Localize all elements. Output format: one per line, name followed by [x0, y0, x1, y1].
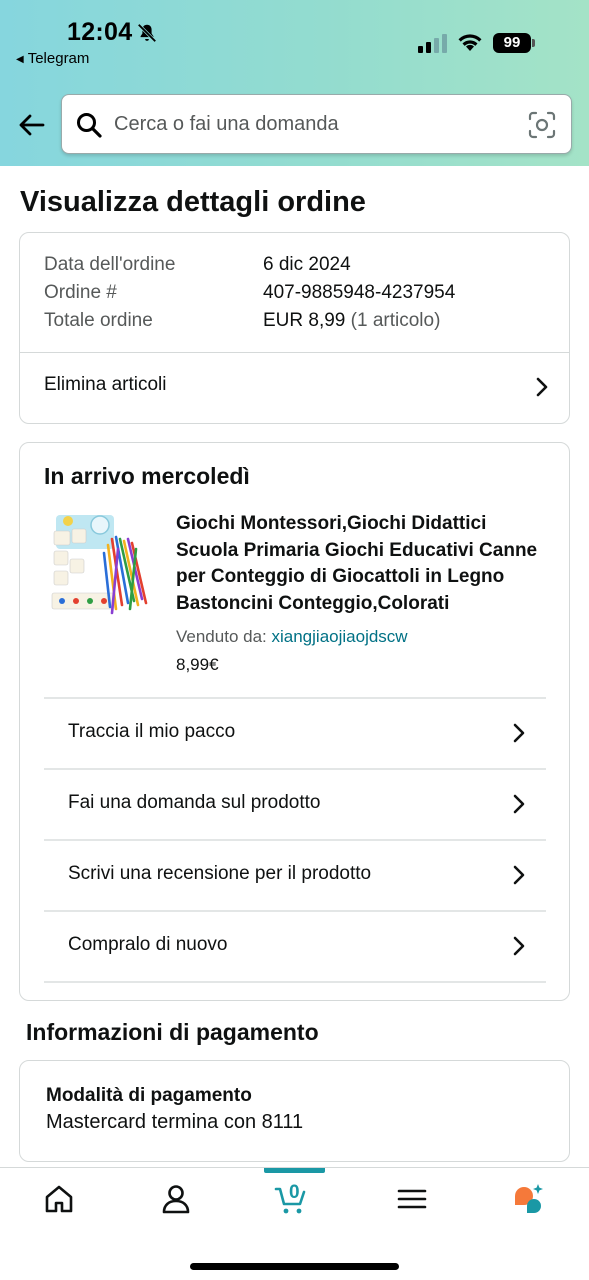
- delivery-status-title: In arrivo mercoledì: [44, 463, 250, 489]
- chevron-right-icon: [513, 794, 525, 814]
- account-icon: [162, 1185, 190, 1214]
- bell-muted-icon: [137, 23, 157, 43]
- search-input[interactable]: [114, 95, 514, 153]
- chevron-right-icon: [536, 377, 548, 397]
- payment-method-label: Modalità di pagamento: [46, 1085, 252, 1106]
- product-price: 8,99€: [176, 655, 219, 674]
- battery-level: 99: [493, 33, 531, 53]
- tab-menu[interactable]: [395, 1182, 435, 1222]
- delete-items-row[interactable]: Elimina articoli: [20, 353, 569, 423]
- order-total-amount: EUR 8,99: [263, 310, 346, 331]
- tab-home[interactable]: [42, 1182, 82, 1222]
- back-to-app-link[interactable]: ◀ Telegram: [16, 50, 89, 67]
- write-review-row[interactable]: Scrivi una recensione per il prodotto: [44, 841, 546, 912]
- back-triangle-icon: ◀: [16, 54, 24, 65]
- delivery-card: In arrivo mercoledì Giochi Montessori,Gi: [19, 442, 570, 1001]
- chevron-right-icon: [513, 936, 525, 956]
- order-number-value: 407-9885948-4237954: [263, 282, 456, 303]
- cellular-signal-icon: [418, 34, 447, 53]
- page-title: Visualizza dettagli ordine: [20, 186, 366, 218]
- track-package-row[interactable]: Traccia il mio pacco: [44, 699, 546, 770]
- order-number-label: Ordine #: [44, 282, 117, 303]
- camera-scan-icon[interactable]: [528, 111, 556, 139]
- seller-link[interactable]: xiangjiaojiaojdscw: [272, 627, 408, 646]
- order-date-label: Data dell'ordine: [44, 254, 176, 275]
- search-bar[interactable]: [61, 94, 572, 154]
- payment-method-value: Mastercard termina con 8111: [46, 1111, 304, 1133]
- rufus-ai-icon: [515, 1184, 543, 1213]
- tab-account[interactable]: [159, 1182, 199, 1222]
- track-package-label: Traccia il mio pacco: [68, 721, 236, 742]
- order-date-value: 6 dic 2024: [263, 254, 351, 275]
- delete-items-label: Elimina articoli: [44, 374, 167, 395]
- seller-label: Venduto da:: [176, 627, 267, 646]
- battery-indicator: 99: [493, 33, 535, 53]
- payment-section-title: Informazioni di pagamento: [26, 1019, 319, 1045]
- order-summary-card: Data dell'ordine 6 dic 2024 Ordine # 407…: [19, 232, 570, 424]
- back-arrow-icon[interactable]: [16, 110, 46, 140]
- wifi-icon: [458, 34, 482, 51]
- buy-again-label: Compralo di nuovo: [68, 934, 228, 955]
- order-total-value: EUR 8,99 (1 articolo): [263, 310, 440, 332]
- cart-count-badge: 0: [289, 1182, 300, 1203]
- payment-card: Modalità di pagamento Mastercard termina…: [19, 1060, 570, 1162]
- chevron-right-icon: [513, 723, 525, 743]
- seller-info: Venduto da: xiangjiaojiaojdscw: [176, 627, 408, 647]
- order-item-count: (1 articolo): [350, 310, 441, 331]
- write-review-label: Scrivi una recensione per il prodotto: [68, 863, 372, 884]
- bottom-tab-bar: 0: [0, 1167, 589, 1280]
- product-title-link[interactable]: Giochi Montessori,Giochi Didattici Scuol…: [176, 511, 548, 617]
- menu-icon: [397, 1189, 427, 1209]
- buy-again-row[interactable]: Compralo di nuovo: [44, 912, 546, 983]
- chevron-right-icon: [513, 865, 525, 885]
- home-icon: [45, 1185, 73, 1213]
- ask-question-row[interactable]: Fai una domanda sul prodotto: [44, 770, 546, 841]
- active-tab-indicator: [264, 1168, 325, 1173]
- app-header: 12:04 ◀ Telegram 99: [0, 0, 589, 166]
- home-indicator: [190, 1263, 399, 1270]
- back-app-label: Telegram: [27, 50, 90, 67]
- ask-question-label: Fai una domanda sul prodotto: [68, 792, 321, 813]
- status-time: 12:04: [67, 18, 133, 46]
- search-icon: [77, 113, 102, 138]
- tab-rufus-ai[interactable]: [512, 1182, 552, 1222]
- order-total-label: Totale ordine: [44, 310, 153, 331]
- product-image[interactable]: [50, 509, 150, 619]
